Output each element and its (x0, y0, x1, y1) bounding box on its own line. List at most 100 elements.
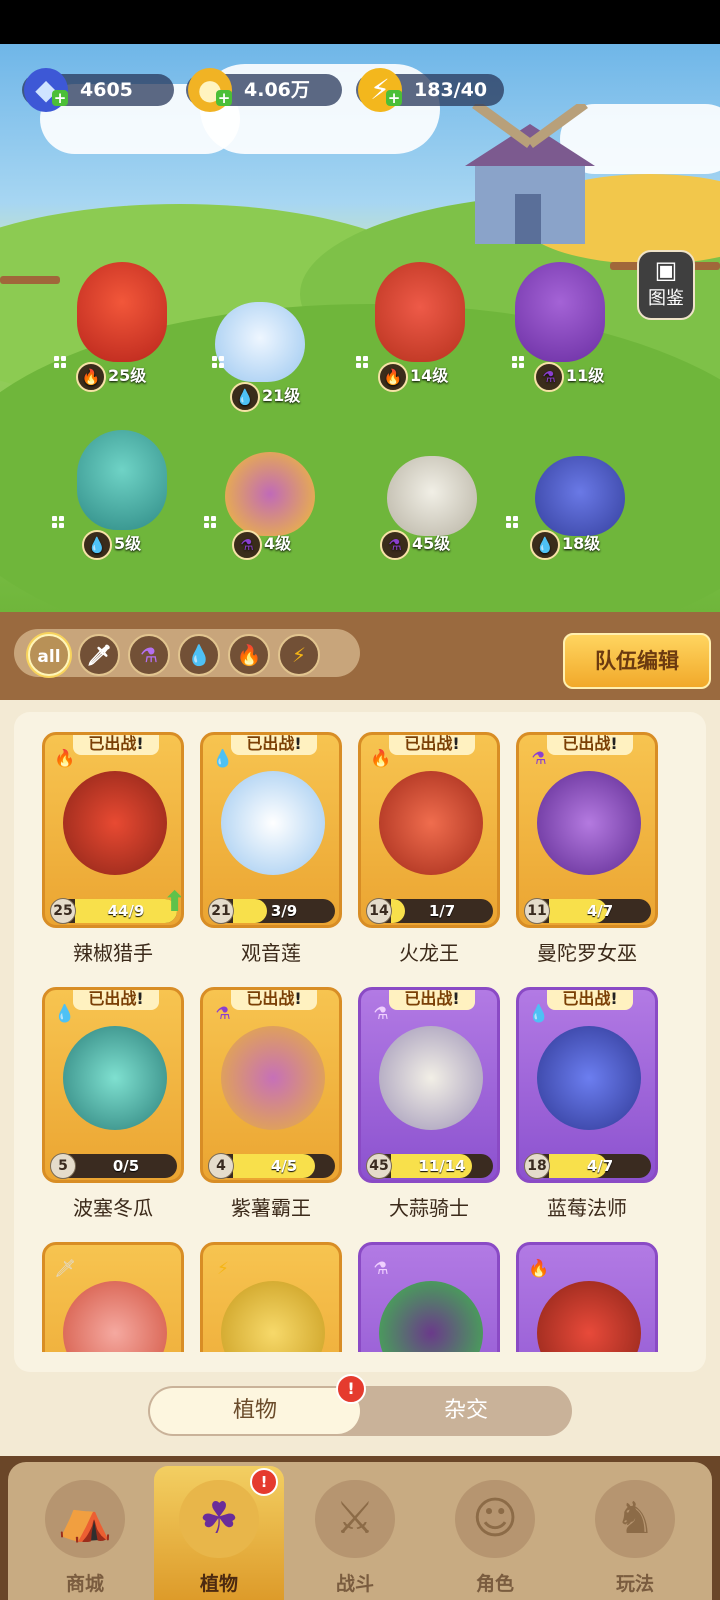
status-bar (0, 0, 720, 44)
filter-lightning-button[interactable]: ⚡ (278, 634, 320, 676)
character-icon: ☺ (455, 1480, 535, 1558)
nav-battle[interactable]: ⚔ 战斗 (290, 1466, 420, 1600)
plant-level: 25级 (108, 366, 147, 385)
lightning-icon: ⚡ (291, 643, 307, 667)
card-name: 波塞冬瓜 (73, 1196, 153, 1220)
plant-card[interactable]: ⚗ 已出战! 11 4/7 (516, 732, 658, 928)
plant-card[interactable]: 🔥 (516, 1242, 658, 1352)
water-icon: 💧 (530, 530, 560, 560)
plant-card[interactable]: 🗡 (42, 1242, 184, 1352)
filter-water-button[interactable]: 💧 (178, 634, 220, 676)
grid-icon (52, 516, 64, 528)
progress-bar: 45 11/14 (366, 1153, 493, 1179)
card-row-clipped: 🗡 ⚡ ⚗ 🔥 (0, 1240, 720, 1352)
fire-dragon-king-art (379, 771, 483, 875)
poison-icon: ⚗ (373, 1259, 389, 1279)
progress-bar: 4 4/5 (208, 1153, 335, 1179)
nav-plants[interactable]: ☘ 植物 ! (154, 1466, 284, 1600)
plant-level: 18级 (562, 534, 601, 553)
card-progress: 11/14 (418, 1157, 466, 1175)
fire-icon: 🔥 (378, 362, 408, 392)
tab-hybrid[interactable]: 杂交 (360, 1386, 572, 1436)
lotus-sprite (215, 302, 305, 382)
nav-label: 战斗 (335, 1573, 374, 1595)
plant-card[interactable]: 💧 已出战! 5 0/5 (42, 987, 184, 1183)
poseidon-melon-art (63, 1026, 167, 1130)
energy-counter[interactable]: ⚡ + 183/40 (356, 68, 504, 112)
lightning-icon: ⚡ (217, 1259, 229, 1279)
gameplay-icon: ♞ (595, 1480, 675, 1558)
filter-all-button[interactable]: all (28, 634, 70, 676)
filter-fire-button[interactable]: 🔥 (228, 634, 270, 676)
plant-card[interactable]: ⚗ 已出战! 4 4/5 (200, 987, 342, 1183)
nav-label: 商城 (65, 1573, 104, 1595)
fire-icon: 🔥 (236, 643, 262, 667)
collection-tabs: 植物 杂交 ! (148, 1374, 572, 1436)
card-level: 11 (524, 898, 550, 924)
team-edit-button[interactable]: 队伍编辑 (563, 633, 711, 689)
gems-counter[interactable]: ◆ + 4605 (22, 68, 174, 112)
deployed-tag: 已出战! (73, 735, 159, 755)
add-gems-button[interactable]: + (52, 90, 68, 106)
upgrade-arrow-icon[interactable]: ⬆ (163, 885, 181, 918)
progress-bar: 25 44/9 (50, 898, 177, 924)
field-plant[interactable]: ⚗ 45级 (372, 446, 492, 576)
fire-dragon-king-sprite (375, 262, 465, 362)
card-level: 18 (524, 1153, 550, 1179)
field-plant[interactable]: ⚗ 11级 (500, 262, 620, 392)
progress-bar: 5 0/5 (50, 1153, 177, 1179)
poison-icon: ⚗ (140, 643, 158, 667)
card-level: 45 (366, 1153, 392, 1179)
field-plant[interactable]: 💧 18级 (520, 446, 640, 576)
purple-yam-king-sprite (225, 452, 315, 536)
add-gold-button[interactable]: + (216, 90, 232, 106)
blueberry-mage-art (537, 1026, 641, 1130)
poison-icon: ⚗ (534, 362, 564, 392)
plant-card[interactable]: 💧 已出战! 18 4/7 (516, 987, 658, 1183)
field-plant[interactable]: 🔥 14级 (360, 262, 480, 392)
encyclopedia-label: 图鉴 (648, 288, 684, 309)
add-energy-button[interactable]: + (386, 90, 402, 106)
deployed-tag: 已出战! (547, 990, 633, 1010)
plant-card[interactable]: ⚗ 已出战! 45 11/14 (358, 987, 500, 1183)
deployed-tag: 已出战! (389, 735, 475, 755)
nav-shop[interactable]: ⛺ 商城 (20, 1466, 150, 1600)
plant-card[interactable]: 💧 已出战! 21 3/9 (200, 732, 342, 928)
field-plant[interactable]: 🔥 25级 (62, 262, 182, 392)
plant-card[interactable]: 🔥 已出战! 2544/9 ⬆ (42, 732, 184, 928)
tab-plants[interactable]: 植物 (150, 1388, 360, 1434)
nav-label: 玩法 (615, 1573, 654, 1595)
card-level: 4 (208, 1153, 234, 1179)
gold-counter[interactable]: ● + 4.06万 (186, 68, 342, 112)
grid-icon (512, 356, 524, 368)
nav-label: 植物 (199, 1573, 238, 1595)
filter-poison-button[interactable]: ⚗ (128, 634, 170, 676)
plant-art (379, 1281, 483, 1352)
plant-level: 21级 (262, 386, 301, 405)
nav-gameplay[interactable]: ♞ 玩法 (570, 1466, 700, 1600)
plant-level: 5级 (114, 534, 142, 553)
gems-value: 4605 (80, 79, 133, 101)
filter-all-label: all (37, 647, 61, 667)
field-plant[interactable]: ⚗ 4级 (210, 446, 330, 576)
battle-icon: ⚔ (315, 1480, 395, 1558)
grid-icon (356, 356, 368, 368)
notification-badge: ! (336, 1374, 366, 1404)
plant-art (63, 1281, 167, 1352)
plant-card[interactable]: ⚡ (200, 1242, 342, 1352)
nav-character[interactable]: ☺ 角色 (430, 1466, 560, 1600)
progress-bar: 14 1/7 (366, 898, 493, 924)
plant-level: 4级 (264, 534, 292, 553)
fence (0, 276, 60, 284)
mandrake-witch-art (537, 771, 641, 875)
fire-icon: 🔥 (76, 362, 106, 392)
card-progress: 4/7 (586, 902, 614, 920)
filter-sword-button[interactable]: 🗡 (78, 634, 120, 676)
plant-card[interactable]: 🔥 已出战! 14 1/7 (358, 732, 500, 928)
encyclopedia-button[interactable]: ▣ 图鉴 (637, 250, 695, 320)
deployed-tag: 已出战! (231, 735, 317, 755)
water-icon: 💧 (186, 643, 212, 667)
field-plant[interactable]: 💧 5级 (62, 430, 182, 560)
plant-card[interactable]: ⚗ (358, 1242, 500, 1352)
gold-value: 4.06万 (244, 79, 310, 101)
